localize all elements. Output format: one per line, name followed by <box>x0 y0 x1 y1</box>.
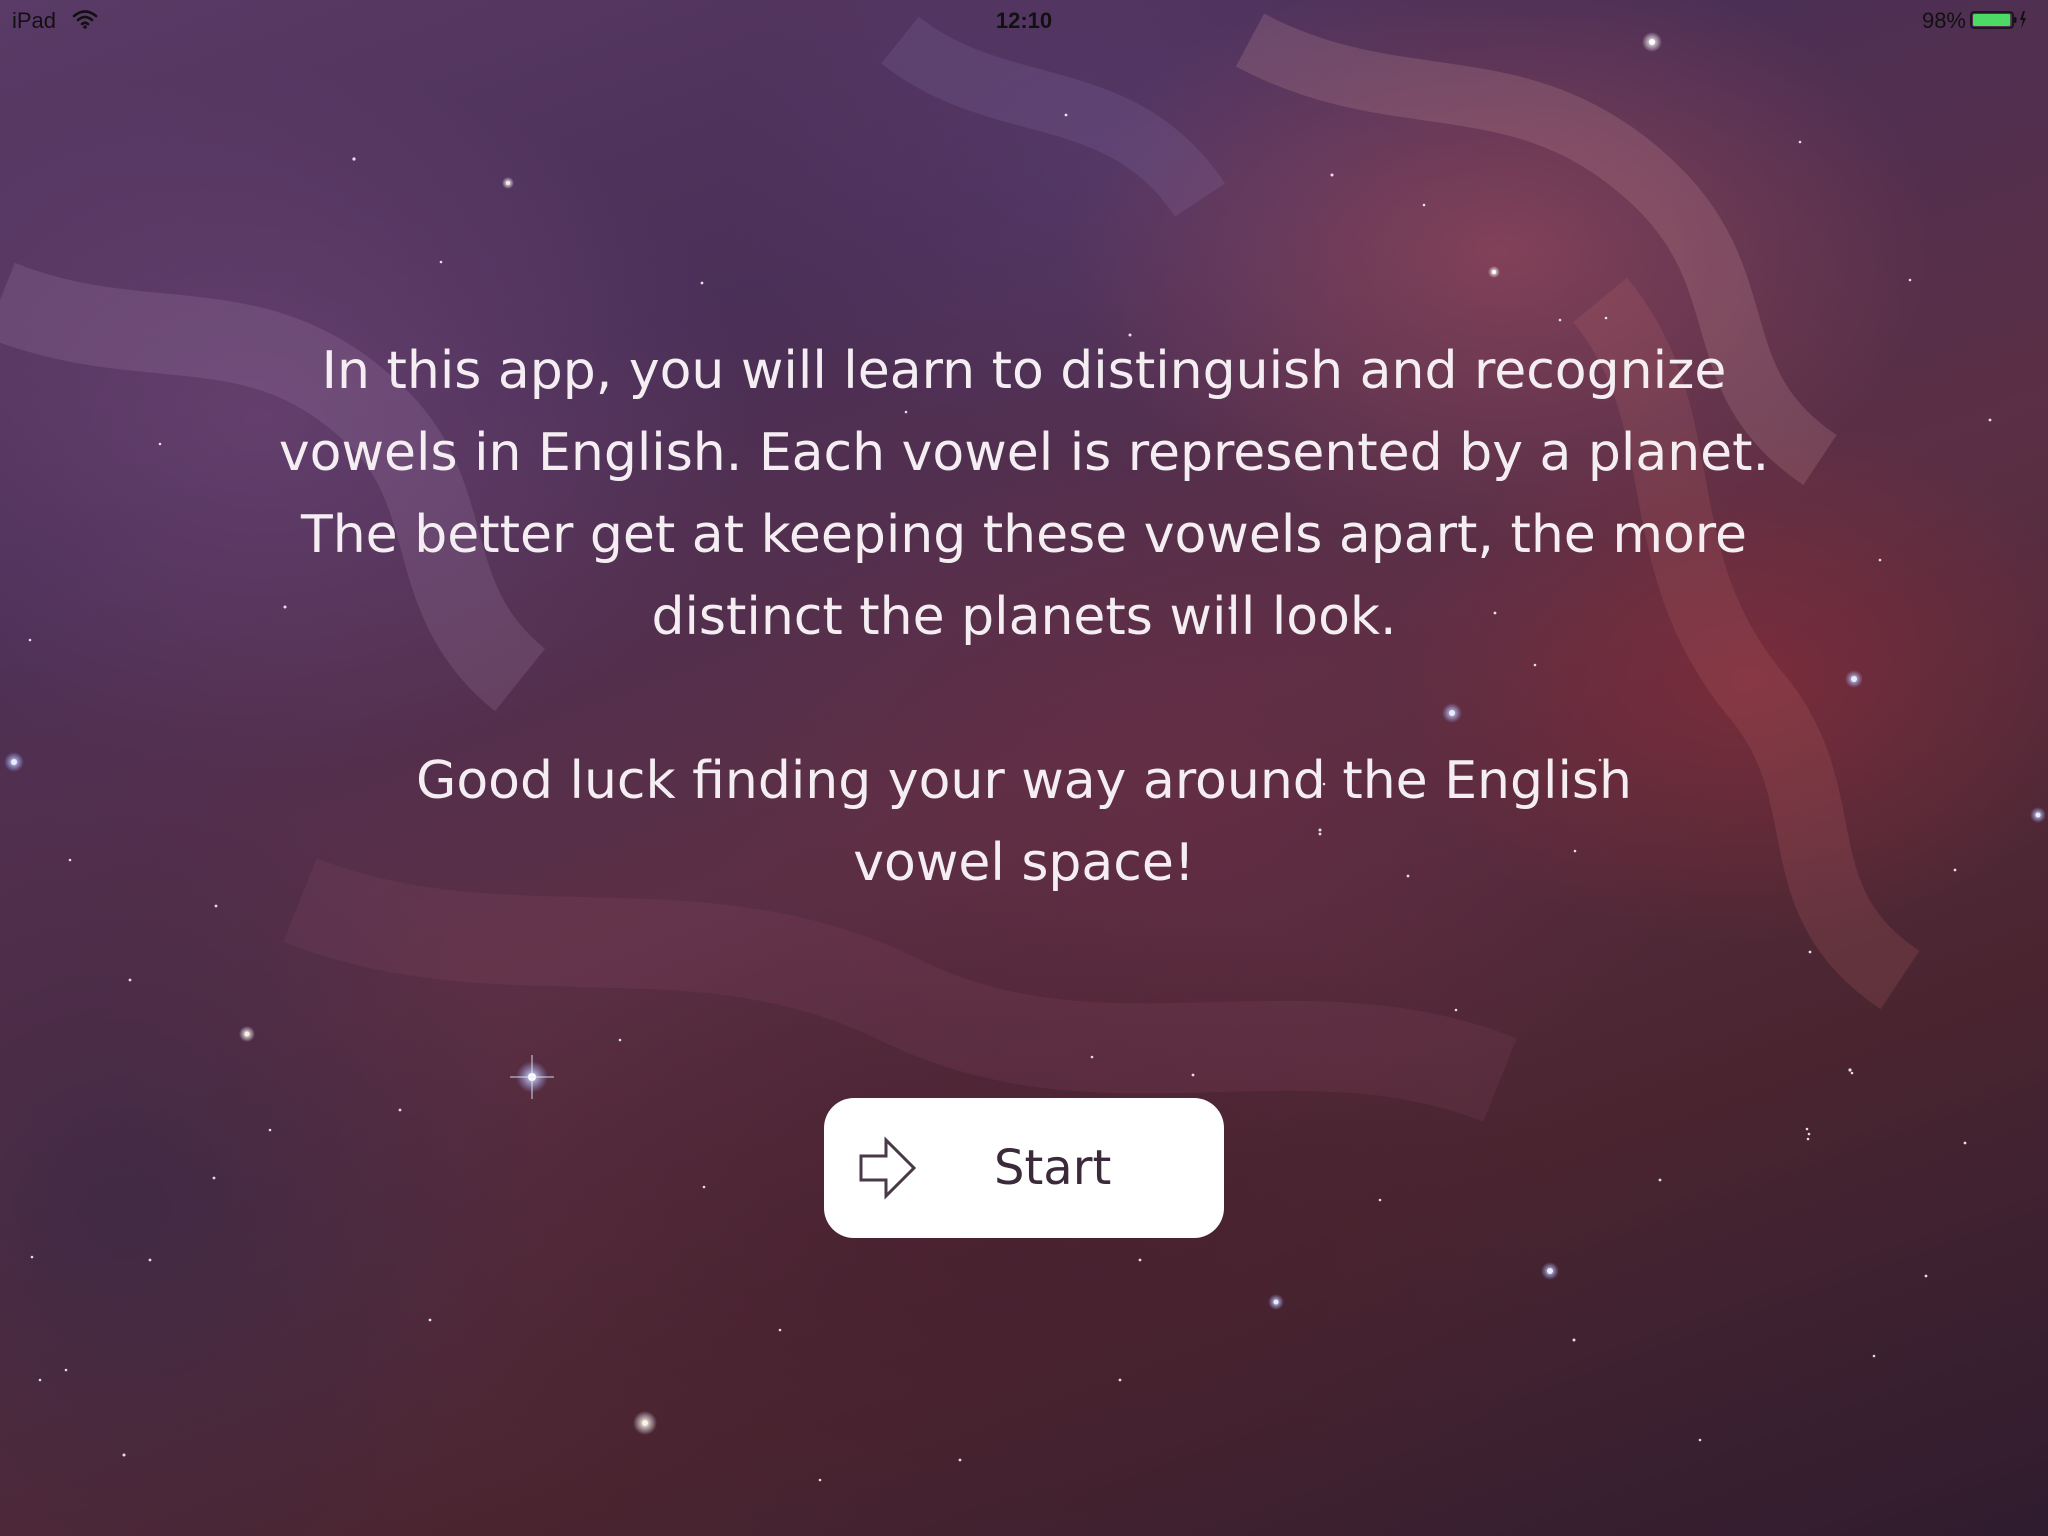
battery-charging-icon <box>1970 11 2026 29</box>
arrow-right-outline-icon <box>859 1136 917 1200</box>
start-button-label: Start <box>994 1140 1112 1196</box>
battery-percentage: 98% <box>1921 8 1966 33</box>
good-luck-paragraph: Good luck finding your way around the En… <box>416 751 1632 893</box>
intro-paragraph: In this app, you will learn to distingui… <box>278 341 1770 647</box>
battery-level-fill <box>1973 14 2011 26</box>
app-screen: iPad 12:10 98% In this app, you will lea… <box>0 0 2048 1536</box>
status-bar: iPad 12:10 98% <box>0 0 2048 40</box>
intro-text-block: In this app, you will learn to distingui… <box>224 330 1824 904</box>
start-button[interactable]: Start <box>824 1098 1224 1238</box>
status-time: 12:10 <box>995 8 1053 33</box>
